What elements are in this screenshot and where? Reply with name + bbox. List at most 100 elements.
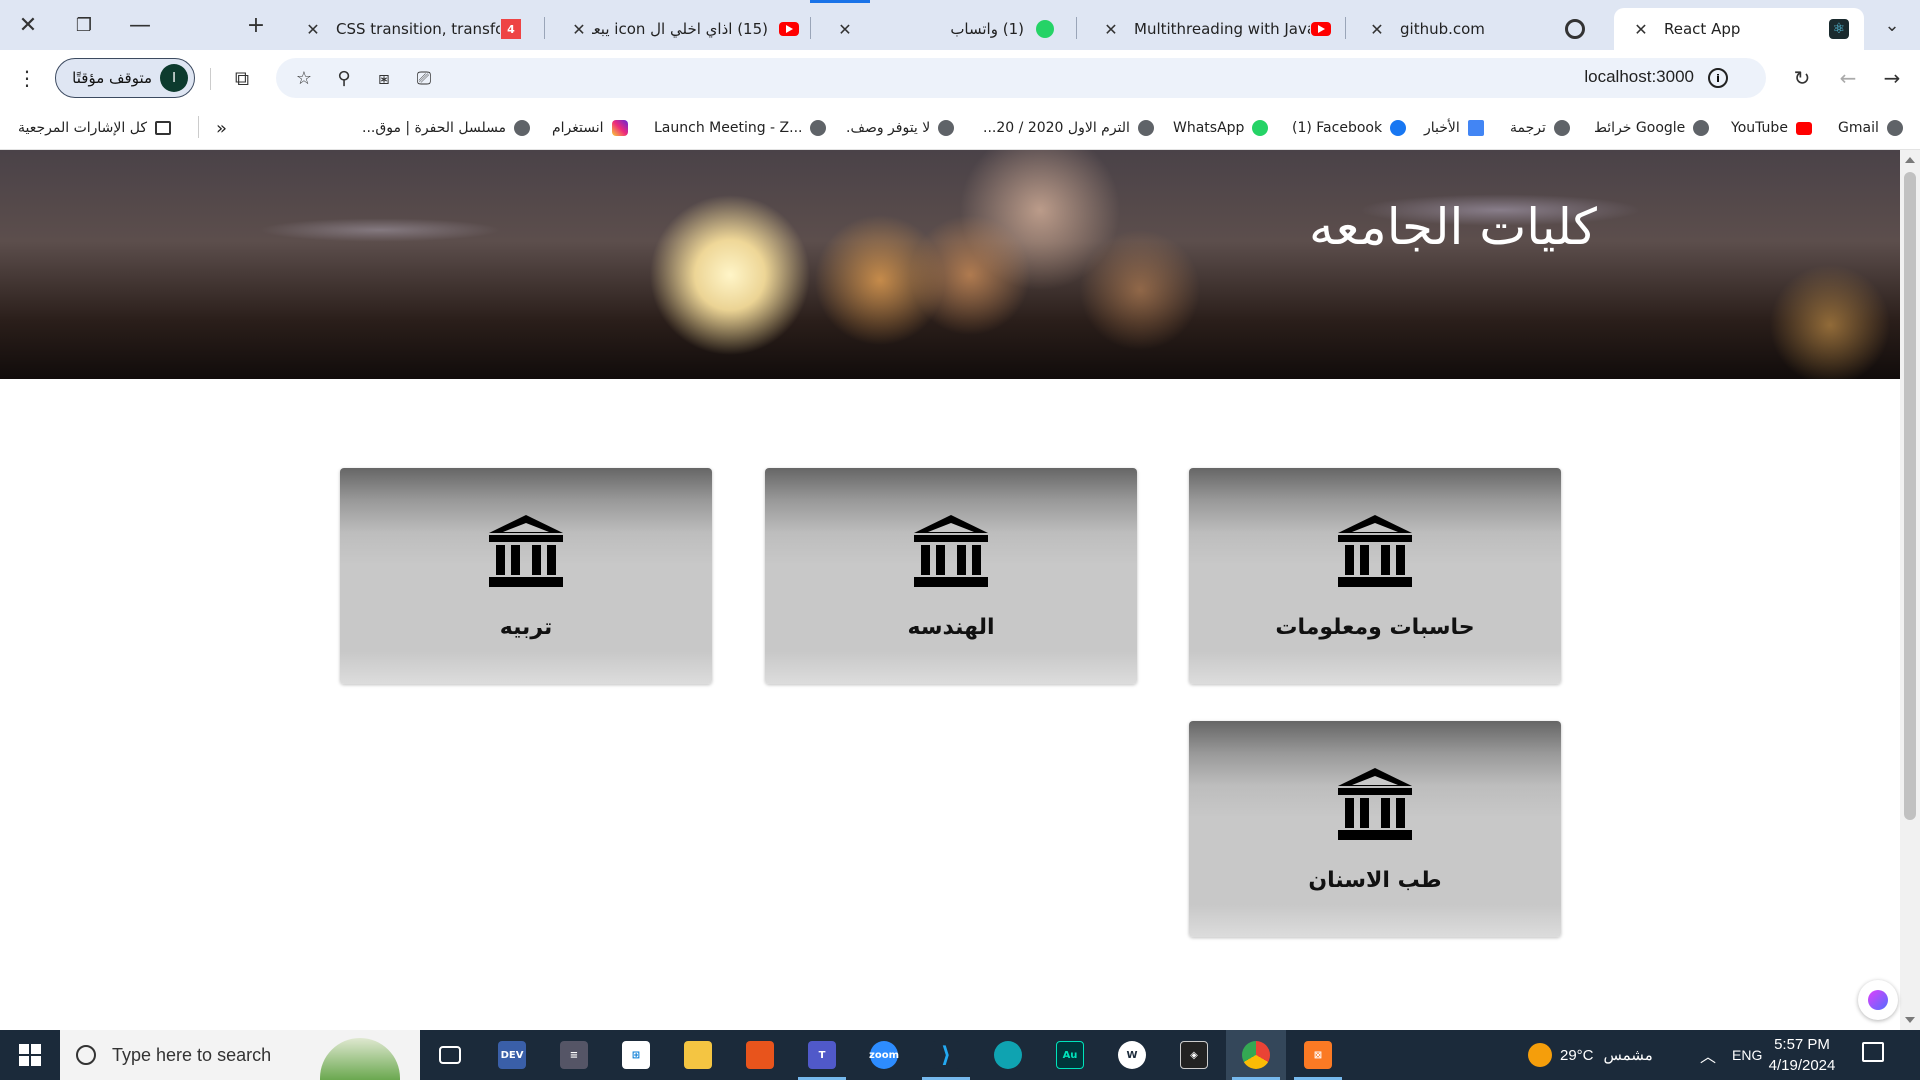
reload-icon[interactable]: ↻	[1784, 60, 1820, 96]
college-card-label: تربيه	[499, 615, 553, 640]
scroll-down-arrow-icon[interactable]	[1905, 1017, 1915, 1023]
globe-icon	[1137, 120, 1154, 136]
task-view-icon[interactable]	[420, 1030, 480, 1080]
store-icon[interactable]: ⊞	[606, 1030, 666, 1080]
unity-icon[interactable]: ◈	[1164, 1030, 1224, 1080]
zoom-icon[interactable]: zoom	[854, 1030, 914, 1080]
site-info-icon[interactable]: i	[1708, 68, 1728, 88]
tab-search-chevron-icon[interactable]: ⌄	[1864, 0, 1920, 50]
bookmark-label: (1) Facebook	[1292, 120, 1383, 136]
tab-close-icon[interactable]: ✕	[566, 20, 592, 39]
file-explorer-icon[interactable]	[668, 1030, 728, 1080]
back-arrow-icon[interactable]: ←	[1830, 60, 1866, 96]
more-bookmarks-chevron-icon[interactable]: »	[216, 116, 227, 140]
tab-title: React App	[1664, 20, 1741, 38]
bookmark-label: Launch Meeting - Z...	[654, 120, 803, 136]
bookmark-no-description[interactable]: لا يتوفر وصف.	[846, 116, 955, 140]
bookmark-label: Gmail	[1838, 120, 1879, 136]
chrome-icon[interactable]	[1226, 1030, 1286, 1080]
input-language[interactable]: ENG	[1732, 1030, 1762, 1080]
tab-strip: ✕ ❐ — + ✕ CSS transition, transform, 4 ✕…	[0, 0, 1920, 50]
bookmarks-bar: Gmail YouTube خرائط Google ترجمة الأخبار…	[0, 106, 1920, 150]
tab-close-icon[interactable]: ✕	[1364, 20, 1390, 39]
menu-kebab-icon[interactable]: ⋮	[9, 60, 45, 96]
bookmark-facebook[interactable]: (1) Facebook	[1292, 116, 1407, 140]
notification-center-icon[interactable]	[1862, 1042, 1884, 1062]
weather-widget[interactable]: 29°C مشمس	[1528, 1030, 1653, 1080]
university-icon	[914, 515, 988, 587]
new-tab-button[interactable]: +	[228, 0, 284, 50]
college-card-education[interactable]: تربيه	[340, 468, 712, 684]
tab-close-icon[interactable]: ✕	[1098, 20, 1124, 39]
install-app-icon[interactable]: ⎚	[408, 62, 440, 94]
window-restore-icon[interactable]: ❐	[56, 0, 112, 50]
translate-icon[interactable]: ⧆	[368, 62, 400, 94]
tab-react-app[interactable]: ✕ React App ⚛	[1614, 8, 1864, 50]
bookmark-star-icon[interactable]: ☆	[288, 62, 320, 94]
windows-logo-icon	[19, 1044, 41, 1066]
forward-arrow-icon[interactable]: →	[1874, 60, 1910, 96]
university-icon	[489, 515, 563, 587]
bookmark-series[interactable]: مسلسل الحفرة | موق...	[362, 116, 531, 140]
bookmark-label: الأخبار	[1424, 120, 1460, 136]
notepad-plus-icon[interactable]: W	[1102, 1030, 1162, 1080]
folder-icon	[154, 120, 171, 136]
search-highlight-image	[320, 1038, 400, 1080]
address-bar[interactable]: ☆ ⚲ ⧆ ⎚ localhost:3000 i	[276, 58, 1766, 98]
scrollbar-thumb[interactable]	[1904, 172, 1916, 820]
bookmark-term-2020[interactable]: الترم الاول 2020 / 20...	[983, 116, 1154, 140]
bookmark-zoom-meeting[interactable]: Launch Meeting - Z...	[654, 116, 827, 140]
start-button[interactable]	[0, 1030, 60, 1080]
window-minimize-icon[interactable]: —	[112, 0, 168, 50]
whatsapp-icon	[1252, 120, 1269, 136]
office-icon[interactable]	[730, 1030, 790, 1080]
app-manager-icon[interactable]: ≡	[544, 1030, 604, 1080]
university-icon	[1338, 515, 1412, 587]
zoom-icon[interactable]: ⚲	[328, 62, 360, 94]
tab-css-transition[interactable]: ✕ CSS transition, transform, 4	[286, 8, 536, 50]
bookmark-label: خرائط Google	[1594, 120, 1686, 136]
all-bookmarks-folder[interactable]: كل الإشارات المرجعية	[18, 116, 171, 140]
audition-icon[interactable]: Au	[1040, 1030, 1100, 1080]
tray-chevron-icon[interactable]: ︿	[1700, 1030, 1716, 1080]
college-card-computers[interactable]: حاسبات ومعلومات	[1189, 468, 1561, 684]
tab-whatsapp[interactable]: ✕ (1) واتساب	[818, 8, 1070, 50]
extension-floating-icon[interactable]	[1858, 980, 1898, 1020]
youtube-favicon-icon	[778, 18, 800, 40]
bookmark-translate[interactable]: ترجمة	[1510, 116, 1570, 140]
page-scrollbar[interactable]	[1900, 150, 1920, 1030]
bookmark-news[interactable]: الأخبار	[1424, 116, 1484, 140]
tab-multithreading[interactable]: ✕ Multithreading with Java	[1084, 8, 1346, 50]
bookmark-youtube[interactable]: YouTube	[1731, 116, 1812, 140]
bookmark-google-maps[interactable]: خرائط Google	[1594, 116, 1710, 140]
extensions-icon[interactable]: ⧉	[224, 60, 260, 96]
college-card-dentistry[interactable]: طب الاسنان	[1189, 721, 1561, 937]
tab-close-icon[interactable]: ✕	[1628, 20, 1654, 39]
bookmark-instagram[interactable]: انستغرام	[552, 116, 628, 140]
bookmark-label: كل الإشارات المرجعية	[18, 120, 147, 136]
bookmark-whatsapp[interactable]: WhatsApp	[1173, 116, 1269, 140]
vscode-icon[interactable]: ⟩	[916, 1030, 976, 1080]
url-text[interactable]: localhost:3000	[1584, 67, 1694, 87]
devcpp-icon[interactable]: DEV	[482, 1030, 542, 1080]
window-close-icon[interactable]: ✕	[0, 0, 56, 50]
weather-temp: 29°C	[1560, 1046, 1594, 1064]
profile-paused-button[interactable]: متوقف مؤقتًا I	[55, 58, 195, 98]
bookmark-gmail[interactable]: Gmail	[1838, 116, 1903, 140]
tab-close-icon[interactable]: ✕	[300, 20, 326, 39]
sun-icon	[1528, 1043, 1552, 1067]
react-favicon-icon: ⚛	[1828, 18, 1850, 40]
taskbar-search-box[interactable]: Type here to search	[60, 1030, 420, 1080]
teams-icon[interactable]: T	[792, 1030, 852, 1080]
edge-icon[interactable]	[978, 1030, 1038, 1080]
bookmark-label: YouTube	[1731, 120, 1788, 136]
tab-youtube-icon-video[interactable]: ✕ (15) اذاي اخلي ال icon يبعما	[552, 8, 814, 50]
scroll-up-arrow-icon[interactable]	[1905, 157, 1915, 163]
college-card-engineering[interactable]: الهندسه	[765, 468, 1137, 684]
tab-close-icon[interactable]: ✕	[832, 20, 858, 39]
taskbar-clock[interactable]: 5:57 PM 4/19/2024	[1760, 1034, 1844, 1076]
page-content: كليات الجامعه حاسبات ومعلومات الهندسه تر…	[0, 150, 1900, 1030]
xampp-icon[interactable]: ⊠	[1288, 1030, 1348, 1080]
tab-github[interactable]: ✕ github.com	[1350, 8, 1600, 50]
windows-taskbar: Type here to search DEV ≡ ⊞ T zoom ⟩ Au …	[0, 1030, 1920, 1080]
